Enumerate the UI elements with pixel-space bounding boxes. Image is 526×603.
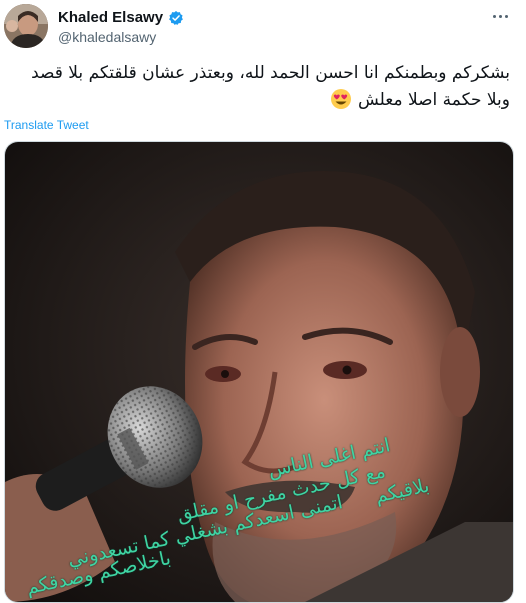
heart-eyes-emoji-icon [330, 88, 352, 110]
tweet-card: Khaled Elsawy @khaledalsawy بشكركم وبطمن… [0, 0, 526, 603]
display-name[interactable]: Khaled Elsawy [58, 9, 163, 26]
author-name-row: Khaled Elsawy [58, 9, 184, 26]
more-options-icon[interactable] [488, 6, 512, 26]
avatar[interactable] [4, 4, 48, 48]
tweet-text: بشكركم وبطمنكم انا احسن الحمد لله، وبعتذ… [10, 60, 510, 114]
tweet-image[interactable]: انتم اغلى الناس مع كل حدث مفرح او مقلق ا… [4, 141, 514, 603]
user-handle[interactable]: @khaledalsawy [58, 29, 156, 45]
tweet-body: بشكركم وبطمنكم انا احسن الحمد لله، وبعتذ… [31, 63, 510, 110]
translate-tweet-link[interactable]: Translate Tweet [4, 118, 89, 132]
verified-badge-icon [168, 10, 184, 26]
